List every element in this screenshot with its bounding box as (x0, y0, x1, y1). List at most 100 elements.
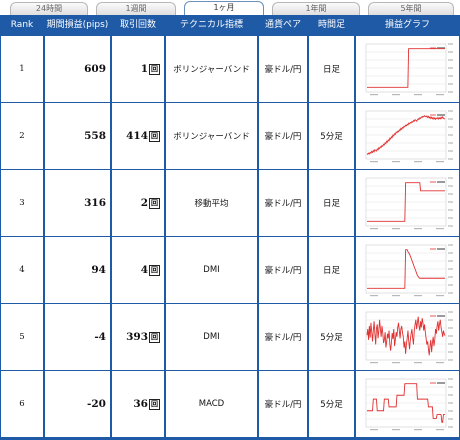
graph-x-tick (369, 94, 378, 96)
rank-cell: 6 (1, 371, 43, 437)
graph-x-tick (369, 362, 378, 364)
header-trades: 取引回数 (119, 20, 156, 30)
trade-count-suffix: 回 (149, 331, 160, 343)
pair-cell: 豪ドル/円 (259, 237, 307, 303)
indicator-cell: MACD (166, 371, 257, 437)
graph-x-tick (435, 362, 444, 364)
indicator-cell: ボリンジャーバンド (166, 103, 257, 169)
graph-x-tick (435, 161, 444, 163)
graph-y-tick (447, 418, 453, 420)
graph-y-tick (447, 386, 453, 388)
graph-x-tick (413, 161, 422, 163)
graph-cell (356, 371, 459, 437)
profit-graph (365, 311, 453, 364)
graph-x-tick (391, 161, 400, 163)
graph-x-tick (413, 362, 422, 364)
rank-cell: 2 (1, 103, 43, 169)
graph-y-tick (447, 217, 453, 219)
graph-x-tick (391, 295, 400, 297)
graph-x-tick (435, 295, 444, 297)
trade-count-suffix: 回 (149, 197, 160, 209)
profit-graph (365, 378, 453, 431)
graph-y-tick (447, 292, 453, 294)
tab-5-years[interactable]: 5年間 (368, 2, 454, 15)
graph-x-tick (369, 228, 378, 230)
header-indicator: テクニカル指標 (179, 20, 243, 30)
graph-y-tick (447, 260, 453, 262)
pair-cell: 豪ドル/円 (259, 304, 307, 370)
graph-y-tick (447, 402, 453, 404)
trade-count: 1 (140, 63, 148, 75)
graph-y-tick (447, 252, 453, 254)
graph-y-tick (447, 43, 453, 45)
graph-x-tick (413, 295, 422, 297)
pair-cell: 豪ドル/円 (259, 170, 307, 236)
ranking-widget: 24時間 1週間 1ヶ月 1年間 5年間 Rank 期間損益(pips) 取引回… (0, 0, 460, 440)
graph-y-tick (447, 51, 453, 53)
graph-x-tick (435, 228, 444, 230)
graph-legend-label (436, 248, 445, 250)
graph-y-tick (447, 150, 453, 152)
profit-graph (365, 177, 453, 230)
tab-1-week[interactable]: 1週間 (96, 2, 176, 15)
graph-y-tick (447, 142, 453, 144)
graph-y-tick (447, 351, 453, 353)
graph-x-tick (435, 429, 444, 431)
trades-cell: 1回 (112, 36, 164, 102)
tab-1-year[interactable]: 1年間 (272, 2, 360, 15)
header-timeframe: 時間足 (317, 20, 345, 30)
graph-y-tick (447, 158, 453, 160)
graph-x-tick (369, 161, 378, 163)
graph-y-tick (447, 134, 453, 136)
graph-cell (356, 170, 459, 236)
graph-y-tick (447, 426, 453, 428)
tab-1-month[interactable]: 1ヶ月 (184, 1, 264, 15)
graph-y-tick (447, 201, 453, 203)
profit-cell: 316 (45, 170, 110, 236)
header-pair: 通貨ペア (264, 20, 301, 30)
graph-y-tick (447, 59, 453, 61)
graph-y-tick (447, 75, 453, 77)
trade-count: 4 (140, 264, 148, 276)
trades-cell: 393 回 (112, 304, 164, 370)
graph-x-tick (369, 429, 378, 431)
graph-y-tick (447, 244, 453, 246)
graph-cell (356, 103, 459, 169)
profit-cell: -20 (45, 371, 110, 437)
graph-y-tick (447, 319, 453, 321)
graph-x-tick (413, 228, 422, 230)
graph-y-tick (447, 83, 453, 85)
graph-y-tick (447, 110, 453, 112)
rank-cell: 4 (1, 237, 43, 303)
graph-y-tick (447, 276, 453, 278)
graph-y-tick (447, 268, 453, 270)
header-graph: 損益グラフ (384, 20, 430, 30)
graph-x-tick (391, 429, 400, 431)
graph-y-tick (447, 185, 453, 187)
rank-cell: 1 (1, 36, 43, 102)
timeframe-cell: 5分足 (309, 304, 354, 370)
profit-cell: -4 (45, 304, 110, 370)
graph-x-tick (391, 228, 400, 230)
trade-count-suffix: 回 (149, 130, 160, 142)
graph-y-tick (447, 343, 453, 345)
graph-legend-label (436, 114, 445, 116)
pair-cell: 豪ドル/円 (259, 36, 307, 102)
graph-y-tick (447, 335, 453, 337)
indicator-cell: ボリンジャーバンド (166, 36, 257, 102)
pair-cell: 豪ドル/円 (259, 371, 307, 437)
timeframe-cell: 日足 (309, 170, 354, 236)
profit-cell: 94 (45, 237, 110, 303)
tab-24-hours[interactable]: 24時間 (10, 2, 88, 15)
timeframe-cell: 日足 (309, 36, 354, 102)
graph-x-tick (369, 295, 378, 297)
trades-cell: 2回 (112, 170, 164, 236)
graph-y-tick (447, 118, 453, 120)
graph-x-tick (413, 94, 422, 96)
graph-y-tick (447, 378, 453, 380)
graph-y-tick (447, 394, 453, 396)
indicator-cell: DMI (166, 304, 257, 370)
profit-graph (365, 244, 453, 297)
graph-y-tick (447, 311, 453, 313)
graph-x-tick (391, 362, 400, 364)
